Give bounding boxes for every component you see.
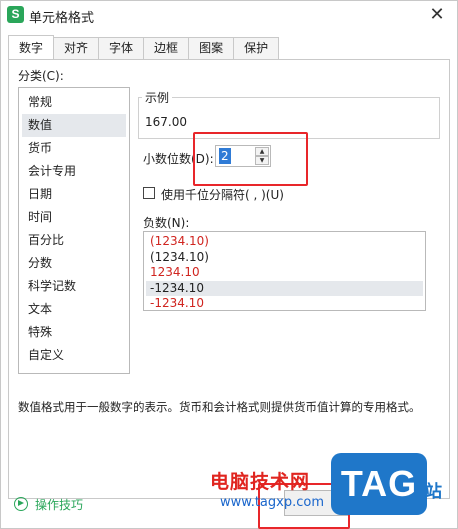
category-item-date[interactable]: 日期: [22, 183, 126, 206]
negative-item[interactable]: 1234.10: [146, 265, 423, 281]
category-item-special[interactable]: 特殊: [22, 321, 126, 344]
negative-numbers-list[interactable]: (1234.10) (1234.10) 1234.10 -1234.10 -12…: [143, 231, 426, 311]
category-label: 分类(C):: [18, 69, 64, 83]
negative-item[interactable]: (1234.10): [146, 234, 423, 250]
watermark-tag-logo: TAG: [331, 453, 427, 515]
format-description: 数值格式用于一般数字的表示。货币和会计格式则提供货币值计算的专用格式。: [18, 400, 421, 414]
negative-item[interactable]: -1234.10: [146, 296, 423, 312]
tips-link[interactable]: 操作技巧: [35, 496, 83, 513]
category-item-text[interactable]: 文本: [22, 298, 126, 321]
category-list[interactable]: 常规 数值 货币 会计专用 日期 时间 百分比 分数 科学记数 文本 特殊 自定…: [18, 87, 130, 374]
category-item-number[interactable]: 数值: [22, 114, 126, 137]
tab-protection[interactable]: 保护: [233, 37, 280, 59]
category-item-percentage[interactable]: 百分比: [22, 229, 126, 252]
tab-alignment[interactable]: 对齐: [53, 37, 100, 59]
negative-numbers-label: 负数(N):: [143, 216, 190, 230]
category-item-accounting[interactable]: 会计专用: [22, 160, 126, 183]
category-item-scientific[interactable]: 科学记数: [22, 275, 126, 298]
category-item-fraction[interactable]: 分数: [22, 252, 126, 275]
tab-bar: 数字 对齐 字体 边框 图案 保护: [8, 35, 280, 60]
watermark-suffix: 站: [425, 482, 442, 502]
thousands-separator-checkbox[interactable]: [143, 187, 155, 199]
category-item-custom[interactable]: 自定义: [22, 344, 126, 367]
decimal-annotation-box: [193, 132, 308, 186]
tab-pattern[interactable]: 图案: [188, 37, 235, 59]
close-icon[interactable]: ✕: [427, 5, 447, 25]
tab-border[interactable]: 边框: [143, 37, 190, 59]
thousands-separator-label[interactable]: 使用千位分隔符( , )(U): [161, 186, 284, 203]
wps-spreadsheet-icon: S: [7, 6, 24, 23]
sample-legend: 示例: [142, 89, 173, 106]
negative-item[interactable]: (1234.10): [146, 250, 423, 266]
tab-font[interactable]: 字体: [98, 37, 145, 59]
category-item-currency[interactable]: 货币: [22, 137, 126, 160]
title-bar: S 单元格格式 ✕: [1, 1, 457, 29]
format-cells-dialog: S 单元格格式 ✕ 数字 对齐 字体 边框 图案 保护 分类(C): 常规 数值…: [0, 0, 458, 529]
tab-number[interactable]: 数字: [8, 35, 55, 59]
play-circle-icon[interactable]: [14, 497, 28, 511]
negative-item[interactable]: -1234.10: [146, 280, 423, 296]
dialog-title: 单元格格式: [29, 11, 95, 26]
sample-value: 167.00: [145, 115, 187, 129]
watermark-site-name: 电脑技术网: [210, 471, 311, 493]
category-item-time[interactable]: 时间: [22, 206, 126, 229]
category-item-general[interactable]: 常规: [22, 91, 126, 114]
watermark-url: www.tagxp.com: [220, 495, 324, 510]
